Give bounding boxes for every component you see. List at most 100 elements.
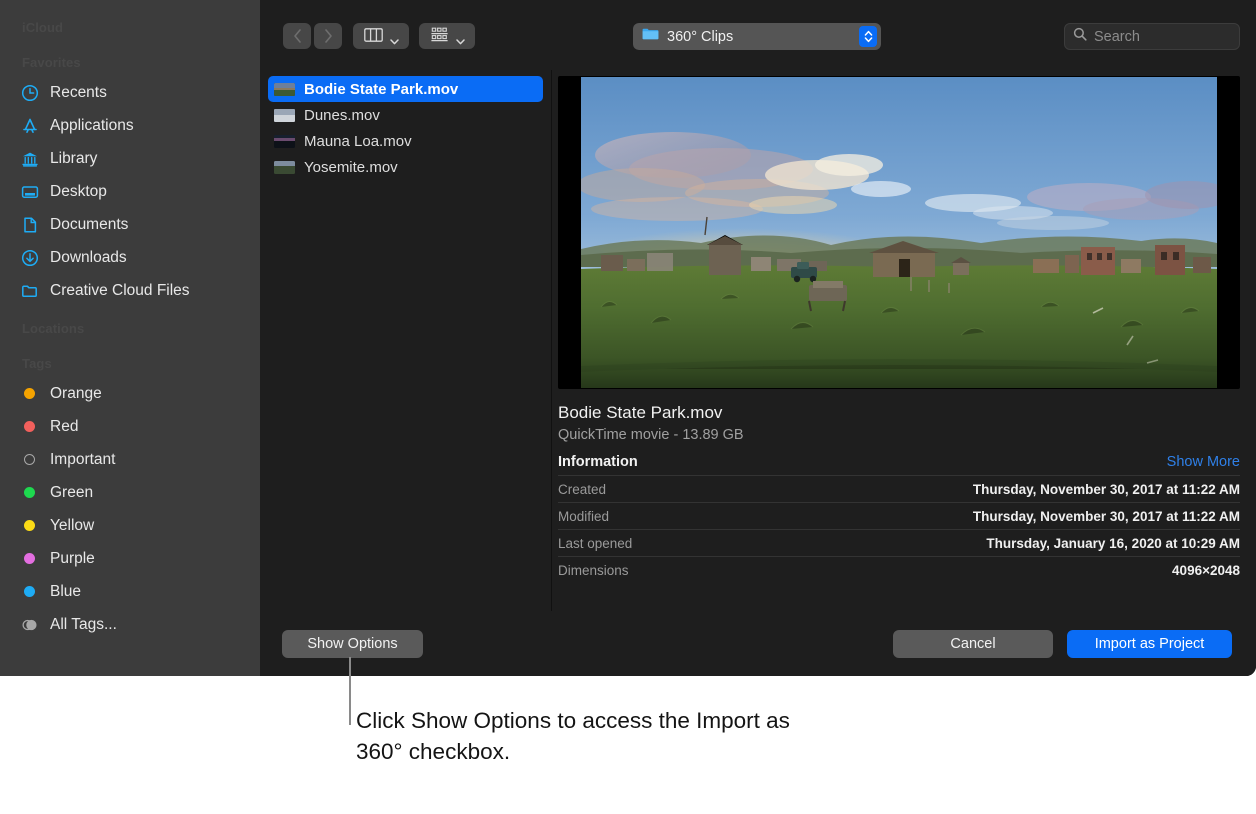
location-popup-label: 360° Clips	[667, 29, 851, 45]
metadata-value: Thursday, November 30, 2017 at 11:22 AM	[973, 482, 1240, 497]
sidebar-item-label: Desktop	[50, 184, 107, 200]
sidebar-tag-important[interactable]: Important	[0, 443, 260, 476]
column-view-icon	[364, 28, 383, 45]
preview-pane: Bodie State Park.mov QuickTime movie - 1…	[552, 70, 1256, 611]
sidebar-tag-label: Blue	[50, 584, 81, 600]
show-more-link[interactable]: Show More	[1167, 454, 1240, 470]
tag-dot-icon	[20, 384, 39, 403]
location-popup-button[interactable]: 360° Clips	[633, 23, 881, 50]
stepper-icon[interactable]	[859, 26, 877, 47]
right-pane: 360° Clips Search	[260, 0, 1256, 676]
movie-thumbnail-icon	[274, 161, 295, 174]
sidebar-header-favorites: Favorites	[0, 41, 260, 76]
sidebar-item-label: Library	[50, 151, 97, 167]
group-by-button[interactable]	[419, 23, 475, 49]
list-item[interactable]: Dunes.mov	[268, 102, 543, 128]
sidebar-item-applications[interactable]: Applications	[0, 109, 260, 142]
sidebar-item-downloads[interactable]: Downloads	[0, 241, 260, 274]
list-item[interactable]: Bodie State Park.mov	[268, 76, 543, 102]
sidebar-item-label: Recents	[50, 85, 107, 101]
metadata-key: Modified	[558, 509, 609, 524]
clock-icon	[20, 83, 39, 102]
list-item-label: Yosemite.mov	[304, 159, 398, 176]
toolbar: 360° Clips Search	[260, 0, 1256, 70]
list-item-label: Mauna Loa.mov	[304, 133, 412, 150]
metadata-key: Dimensions	[558, 563, 629, 578]
information-header: Information	[558, 454, 638, 470]
sidebar-tag-label: Red	[50, 419, 78, 435]
callout-text: Click Show Options to access the Import …	[356, 705, 816, 767]
sidebar-tag-label: Purple	[50, 551, 95, 567]
folder-icon	[642, 27, 659, 46]
search-placeholder: Search	[1094, 29, 1140, 45]
metadata-value: Thursday, November 30, 2017 at 11:22 AM	[973, 509, 1240, 524]
metadata-value: Thursday, January 16, 2020 at 10:29 AM	[986, 536, 1240, 551]
sidebar-tag-green[interactable]: Green	[0, 476, 260, 509]
sidebar-tag-all-tags[interactable]: All Tags...	[0, 608, 260, 641]
sidebar-tag-label: Yellow	[50, 518, 94, 534]
browser-columns: Bodie State Park.mov Dunes.mov Mauna Loa…	[260, 70, 1256, 611]
tag-dot-icon	[20, 516, 39, 535]
view-mode-button[interactable]	[353, 23, 409, 49]
information-header-row: Information Show More	[558, 454, 1240, 470]
all-tags-icon	[20, 615, 39, 634]
tag-dot-icon	[20, 417, 39, 436]
sidebar-item-label: Applications	[50, 118, 134, 134]
metadata-row: Modified Thursday, November 30, 2017 at …	[558, 502, 1240, 529]
import-dialog: iCloud Favorites Recents Applications Li…	[0, 0, 1256, 676]
show-options-button[interactable]: Show Options	[282, 630, 423, 658]
tag-ring-icon	[20, 450, 39, 469]
tag-dot-icon	[20, 582, 39, 601]
metadata-value: 4096×2048	[1172, 563, 1240, 578]
sidebar-tag-orange[interactable]: Orange	[0, 377, 260, 410]
sidebar-item-label: Downloads	[50, 250, 127, 266]
sidebar-tag-blue[interactable]: Blue	[0, 575, 260, 608]
tag-dot-icon	[20, 549, 39, 568]
sidebar-header-icloud: iCloud	[0, 10, 260, 41]
file-subtitle: QuickTime movie - 13.89 GB	[558, 427, 1240, 443]
chevron-left-icon	[293, 29, 302, 43]
grid-group-icon	[430, 27, 449, 45]
cancel-button[interactable]: Cancel	[893, 630, 1053, 658]
file-list[interactable]: Bodie State Park.mov Dunes.mov Mauna Loa…	[260, 70, 552, 611]
list-item[interactable]: Mauna Loa.mov	[268, 128, 543, 154]
movie-thumbnail-icon	[274, 135, 295, 148]
sidebar-tag-label: Important	[50, 452, 115, 468]
search-input[interactable]: Search	[1064, 23, 1240, 50]
sidebar-item-desktop[interactable]: Desktop	[0, 175, 260, 208]
sidebar-header-locations: Locations	[0, 307, 260, 342]
screenshot-root: iCloud Favorites Recents Applications Li…	[0, 0, 1256, 814]
applications-icon	[20, 116, 39, 135]
import-as-project-button[interactable]: Import as Project	[1067, 630, 1232, 658]
sidebar-tag-purple[interactable]: Purple	[0, 542, 260, 575]
chevron-right-icon	[324, 29, 333, 43]
metadata-key: Created	[558, 482, 606, 497]
sidebar-tag-label: Orange	[50, 386, 102, 402]
file-title: Bodie State Park.mov	[558, 403, 1240, 423]
folder-icon	[20, 281, 39, 300]
list-item-label: Dunes.mov	[304, 107, 380, 124]
sidebar-item-documents[interactable]: Documents	[0, 208, 260, 241]
back-button[interactable]	[283, 23, 311, 49]
info-section: Bodie State Park.mov QuickTime movie - 1…	[552, 389, 1256, 583]
search-icon	[1073, 27, 1087, 46]
callout-leader-line	[349, 657, 351, 725]
panorama-preview-image	[581, 77, 1217, 388]
sidebar-tag-red[interactable]: Red	[0, 410, 260, 443]
sidebar-item-library[interactable]: Library	[0, 142, 260, 175]
movie-thumbnail-icon	[274, 109, 295, 122]
sidebar-tag-label: All Tags...	[50, 617, 117, 633]
sidebar-header-tags: Tags	[0, 342, 260, 377]
sidebar-tag-yellow[interactable]: Yellow	[0, 509, 260, 542]
sidebar-item-creative-cloud-files[interactable]: Creative Cloud Files	[0, 274, 260, 307]
document-icon	[20, 215, 39, 234]
desktop-icon	[20, 182, 39, 201]
metadata-row: Created Thursday, November 30, 2017 at 1…	[558, 475, 1240, 502]
download-icon	[20, 248, 39, 267]
tag-dot-icon	[20, 483, 39, 502]
list-item[interactable]: Yosemite.mov	[268, 154, 543, 180]
forward-button[interactable]	[314, 23, 342, 49]
list-item-label: Bodie State Park.mov	[304, 81, 458, 98]
sidebar: iCloud Favorites Recents Applications Li…	[0, 0, 260, 676]
sidebar-item-recents[interactable]: Recents	[0, 76, 260, 109]
